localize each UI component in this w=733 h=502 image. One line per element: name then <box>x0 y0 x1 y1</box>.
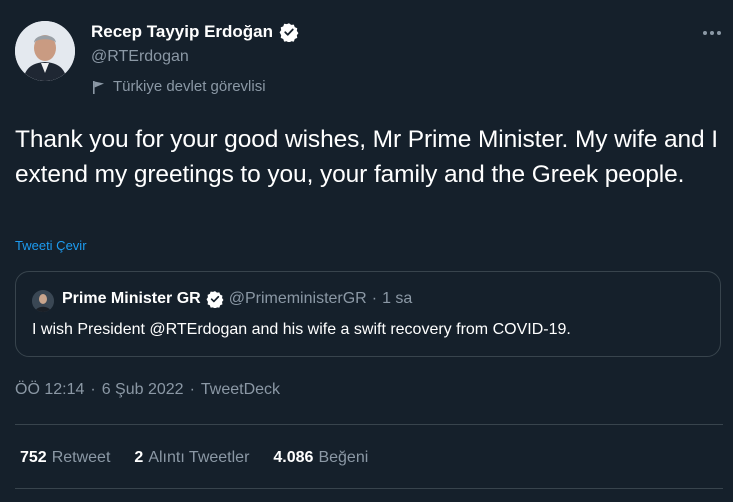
quotes-count: 2 <box>134 449 144 466</box>
likes-stat[interactable]: 4.086 Beğeni <box>273 449 368 467</box>
meta-separator: · <box>189 381 195 398</box>
author-handle[interactable]: @RTErdogan <box>91 48 189 66</box>
author-avatar[interactable] <box>15 21 75 81</box>
quotes-label: Alıntı Tweetler <box>148 449 250 466</box>
quoted-separator: · <box>371 290 378 307</box>
quoted-avatar[interactable] <box>32 290 54 312</box>
quoted-name[interactable]: Prime Minister GR <box>62 290 201 308</box>
likes-label: Beğeni <box>318 449 369 466</box>
retweets-count: 752 <box>20 449 47 466</box>
translate-link[interactable]: Tweeti Çevir <box>15 238 87 253</box>
tweet-text: Thank you for your good wishes, Mr Prime… <box>15 126 718 188</box>
meta-separator: · <box>90 381 96 398</box>
divider <box>15 424 723 425</box>
account-label-text: Türkiye devlet görevlisi <box>113 78 266 95</box>
retweets-stat[interactable]: 752 Retweet <box>20 449 110 467</box>
tweet-stats: 752 Retweet 2 Alıntı Tweetler 4.086 Beğe… <box>20 449 368 467</box>
tweet-meta: ÖÖ 12:14 · 6 Şub 2022 · TweetDeck <box>15 381 280 399</box>
flag-icon <box>91 79 107 95</box>
quoted-time[interactable]: 1 sa <box>382 290 412 308</box>
quoted-tweet[interactable]: Prime Minister GR @PrimeministerGR · 1 s… <box>15 271 721 357</box>
likes-count: 4.086 <box>273 449 314 466</box>
quotes-stat[interactable]: 2 Alıntı Tweetler <box>134 449 249 467</box>
verified-badge-icon <box>279 22 299 43</box>
quoted-header: Prime Minister GR @PrimeministerGR · 1 s… <box>62 290 412 309</box>
divider <box>15 488 723 489</box>
account-label: Türkiye devlet görevlisi <box>91 78 266 95</box>
verified-badge-icon <box>206 290 224 309</box>
author-name[interactable]: Recep Tayyip Erdoğan <box>91 22 273 42</box>
quoted-handle[interactable]: @PrimeministerGR <box>229 290 367 308</box>
more-icon[interactable] <box>697 24 727 42</box>
author-name-row: Recep Tayyip Erdoğan <box>91 22 299 43</box>
tweet-time[interactable]: ÖÖ 12:14 <box>15 381 84 399</box>
tweet-detail: Recep Tayyip Erdoğan @RTErdogan Türkiye … <box>0 0 733 502</box>
tweet-date[interactable]: 6 Şub 2022 <box>102 381 184 399</box>
retweets-label: Retweet <box>51 449 111 466</box>
tweet-source[interactable]: TweetDeck <box>201 381 280 399</box>
quoted-text: I wish President @RTErdogan and his wife… <box>32 321 571 338</box>
